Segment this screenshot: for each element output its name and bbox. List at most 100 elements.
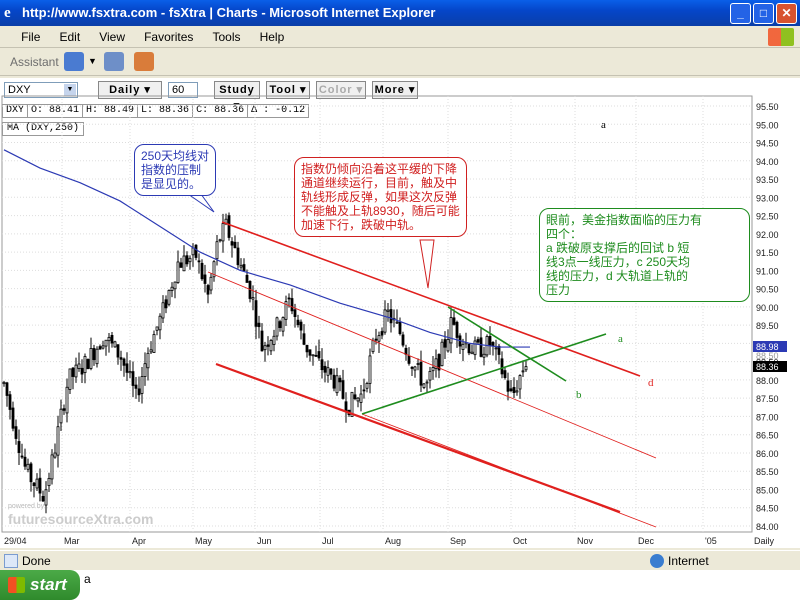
channel-note-line: 不能触及上轨8930，随后可能 bbox=[301, 204, 460, 218]
candle-body bbox=[86, 359, 90, 370]
candle-body bbox=[395, 321, 399, 324]
candle-body bbox=[326, 367, 330, 376]
candle-body bbox=[227, 215, 231, 238]
candle-body bbox=[398, 321, 402, 335]
windows-flag-icon bbox=[8, 577, 25, 593]
channel-note-line: 指数仍倾向沿着这平缓的下降 bbox=[301, 162, 458, 176]
pressure-note-line: 眼前，美金指数面临的压力有 bbox=[546, 213, 703, 227]
candle-body bbox=[509, 388, 513, 392]
candle-body bbox=[377, 335, 381, 342]
candle-body bbox=[14, 426, 18, 439]
candle-body bbox=[140, 376, 144, 394]
y-tick-label: 94.00 bbox=[756, 157, 779, 167]
candle-body bbox=[506, 380, 510, 392]
y-tick-label: 87.00 bbox=[756, 412, 779, 422]
candle-body bbox=[56, 426, 60, 456]
candle-body bbox=[296, 319, 300, 326]
start-button[interactable]: start bbox=[0, 570, 80, 600]
candle-body bbox=[155, 326, 159, 331]
pressure-note-line: 压力 bbox=[546, 283, 571, 297]
candle-body bbox=[356, 397, 360, 402]
candle-body bbox=[314, 354, 318, 357]
candle-body bbox=[500, 358, 504, 375]
candle-body bbox=[221, 223, 225, 242]
candle-body bbox=[332, 374, 336, 389]
candle-body bbox=[191, 247, 195, 256]
candle-body bbox=[209, 276, 213, 291]
candle-body bbox=[62, 408, 66, 411]
candle-body bbox=[443, 339, 447, 348]
candle-body bbox=[2, 381, 6, 385]
candle-body bbox=[122, 358, 126, 366]
candle-body bbox=[416, 363, 420, 365]
line-label-b: b bbox=[576, 389, 582, 401]
channel-note-line: 轨线形成反弹，如果这次反弹 bbox=[301, 190, 458, 204]
x-tick-label: Oct bbox=[513, 536, 528, 546]
candle-body bbox=[125, 363, 129, 373]
candle-body bbox=[359, 393, 363, 403]
channel-lower-extension bbox=[361, 413, 657, 528]
candle-body bbox=[317, 351, 321, 359]
candle-body bbox=[329, 368, 333, 375]
x-tick-label: Dec bbox=[638, 536, 655, 546]
candle-body bbox=[251, 297, 255, 300]
pressure-note-line: 线3点一线压力，c 250天均 bbox=[546, 255, 691, 269]
x-tick-label: Jun bbox=[257, 536, 272, 546]
candle-body bbox=[179, 262, 183, 268]
x-tick-label: May bbox=[195, 536, 213, 546]
candle-body bbox=[20, 455, 24, 458]
line-label-a: a bbox=[618, 333, 623, 345]
ma-note-line: 指数的压制 bbox=[141, 163, 202, 177]
candle-body bbox=[275, 317, 279, 337]
candle-body bbox=[479, 337, 483, 357]
ma-note-line: 250天均线对 bbox=[141, 149, 210, 163]
candle-body bbox=[341, 380, 345, 399]
candle-body bbox=[173, 281, 177, 290]
candle-body bbox=[53, 452, 57, 458]
candle-body bbox=[323, 365, 327, 373]
candle-body bbox=[269, 340, 273, 352]
candle-body bbox=[503, 370, 507, 379]
candle-body bbox=[50, 454, 54, 480]
candle-body bbox=[134, 384, 138, 389]
candle-body bbox=[401, 334, 405, 346]
y-tick-label: 90.00 bbox=[756, 303, 779, 313]
candle-body bbox=[446, 339, 450, 352]
candle-body bbox=[518, 375, 522, 390]
candle-body bbox=[131, 371, 135, 386]
pressure-note-line: a 跌破原支撑后的回试 b 短 bbox=[546, 241, 690, 255]
candle-body bbox=[206, 285, 210, 295]
y-tick-label: 90.50 bbox=[756, 285, 779, 295]
candle-body bbox=[452, 317, 456, 325]
candle-body bbox=[77, 363, 81, 369]
candle-body bbox=[521, 370, 525, 373]
status-text: Done bbox=[22, 554, 51, 568]
candle-body bbox=[470, 351, 474, 355]
candle-body bbox=[197, 260, 201, 263]
channel-note-line: 加速下行，跌破中轨。 bbox=[301, 218, 422, 232]
candle-body bbox=[512, 387, 516, 393]
candle-body bbox=[254, 300, 258, 327]
pressure-note-line: 四个： bbox=[546, 227, 583, 241]
candle-body bbox=[455, 321, 459, 338]
candle-body bbox=[440, 341, 444, 367]
candle-body bbox=[47, 477, 51, 487]
candle-body bbox=[494, 347, 498, 350]
taskbar: start a bbox=[0, 570, 800, 600]
candle-body bbox=[467, 344, 471, 354]
candle-body bbox=[293, 309, 297, 317]
candle-body bbox=[80, 367, 84, 375]
candle-body bbox=[41, 495, 45, 502]
candle-body bbox=[92, 348, 96, 361]
candle-body bbox=[101, 345, 105, 349]
candle-body bbox=[311, 354, 315, 357]
y-tick-label: 92.00 bbox=[756, 230, 779, 240]
candle-body bbox=[83, 356, 87, 374]
y-tick-label: 85.00 bbox=[756, 485, 779, 495]
candle-body bbox=[386, 309, 390, 312]
y-tick-label: 86.00 bbox=[756, 449, 779, 459]
x-tick-label: '05 bbox=[705, 536, 717, 546]
candle-body bbox=[149, 349, 153, 353]
y-tick-label: 91.50 bbox=[756, 248, 779, 258]
candle-body bbox=[431, 367, 435, 372]
